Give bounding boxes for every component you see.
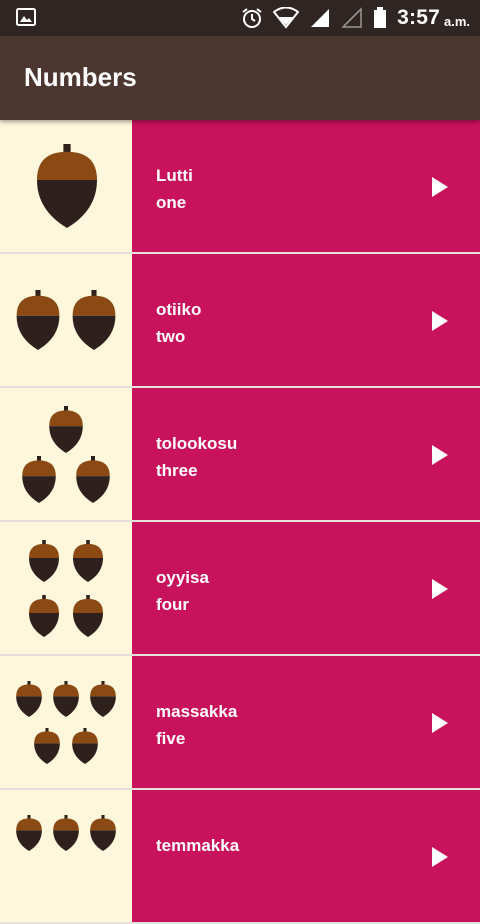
list-item-image bbox=[0, 120, 132, 252]
numbers-list: Lutti one otiiko two tolookosu three oyy… bbox=[0, 120, 480, 924]
play-icon[interactable] bbox=[432, 847, 448, 867]
english-word: four bbox=[156, 595, 190, 614]
list-item-image bbox=[0, 790, 132, 922]
play-icon[interactable] bbox=[432, 579, 448, 599]
list-item-four[interactable]: oyyisa four bbox=[0, 522, 480, 656]
acorn-icon bbox=[72, 728, 98, 764]
list-item-two[interactable]: otiiko two bbox=[0, 254, 480, 388]
acorn-icon bbox=[90, 681, 116, 717]
play-icon[interactable] bbox=[432, 445, 448, 465]
miwok-word: oyyisa bbox=[156, 568, 209, 587]
signal-icon bbox=[311, 9, 330, 27]
english-word: two bbox=[156, 327, 186, 346]
acorn-icon bbox=[90, 815, 116, 851]
acorn-icon bbox=[29, 540, 59, 582]
english-word: one bbox=[156, 193, 187, 212]
list-item-image bbox=[0, 388, 132, 520]
list-item-five[interactable]: massakka five bbox=[0, 656, 480, 790]
list-item-text: Lutti one bbox=[132, 120, 480, 252]
wifi-icon bbox=[273, 7, 300, 29]
acorn-icon bbox=[29, 595, 59, 637]
page-title: Numbers bbox=[24, 62, 137, 92]
list-item-text: massakka five bbox=[132, 656, 480, 788]
acorn-icon bbox=[16, 815, 42, 851]
play-icon[interactable] bbox=[432, 177, 448, 197]
app-bar: Numbers bbox=[0, 36, 480, 120]
acorn-icon bbox=[34, 728, 60, 764]
status-bar: 3:57 a.m. bbox=[0, 0, 480, 36]
list-item-image bbox=[0, 656, 132, 788]
miwok-word: massakka bbox=[156, 702, 238, 721]
list-item-text: oyyisa four bbox=[132, 522, 480, 654]
list-item-text: otiiko two bbox=[132, 254, 480, 386]
miwok-word: tolookosu bbox=[156, 434, 238, 453]
alarm-icon bbox=[242, 8, 262, 28]
list-item-six[interactable]: temmakka bbox=[0, 790, 480, 924]
acorn-icon bbox=[16, 681, 42, 717]
gallery-icon bbox=[16, 8, 36, 26]
acorn-icon bbox=[53, 815, 79, 851]
play-icon[interactable] bbox=[432, 713, 448, 733]
miwok-word: Lutti bbox=[156, 166, 193, 185]
list-item-image bbox=[0, 254, 132, 386]
status-ampm: a.m. bbox=[443, 13, 470, 29]
acorn-icon bbox=[16, 290, 60, 350]
acorn-icon bbox=[73, 595, 103, 637]
list-item-text: tolookosu three bbox=[132, 388, 480, 520]
status-time: 3:57 bbox=[397, 6, 440, 29]
acorn-icon bbox=[72, 290, 116, 350]
acorn-icon bbox=[22, 456, 56, 503]
acorn-icon bbox=[37, 144, 97, 228]
acorn-icon bbox=[49, 406, 83, 453]
acorn-icon bbox=[73, 540, 103, 582]
miwok-word: temmakka bbox=[156, 836, 240, 855]
list-item-one[interactable]: Lutti one bbox=[0, 120, 480, 254]
play-icon[interactable] bbox=[432, 311, 448, 331]
acorn-icon bbox=[53, 681, 79, 717]
list-item-text: temmakka bbox=[132, 790, 480, 922]
miwok-word: otiiko bbox=[156, 300, 202, 319]
list-item-three[interactable]: tolookosu three bbox=[0, 388, 480, 522]
list-item-image bbox=[0, 522, 132, 654]
english-word: five bbox=[156, 729, 186, 748]
signal-empty-icon bbox=[341, 7, 362, 28]
english-word: three bbox=[156, 461, 198, 480]
acorn-icon bbox=[76, 456, 110, 503]
battery-icon bbox=[374, 7, 387, 28]
